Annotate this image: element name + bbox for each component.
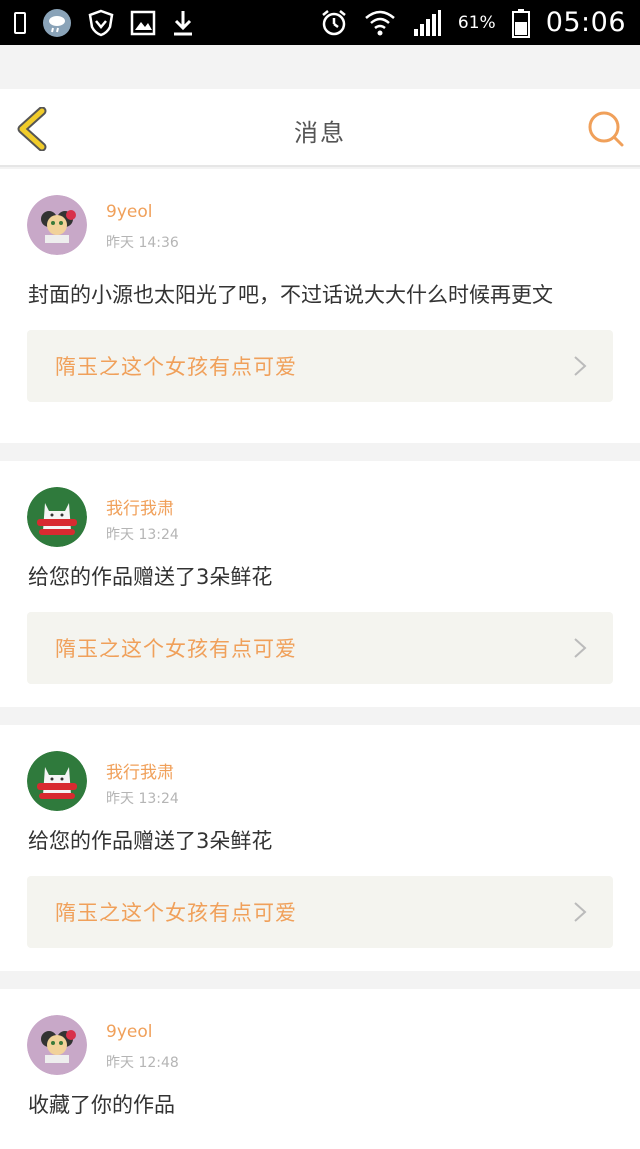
- shield-icon: [88, 9, 114, 37]
- work-title: 隋玉之这个女孩有点可爱: [55, 637, 297, 661]
- avatar[interactable]: [27, 1015, 87, 1075]
- avatar[interactable]: [27, 195, 87, 255]
- work-reference[interactable]: 隋玉之这个女孩有点可爱: [27, 612, 613, 684]
- weather-icon: [42, 8, 72, 38]
- username[interactable]: 9yeol: [106, 202, 152, 222]
- clock: 05:06: [545, 7, 626, 38]
- chevron-right-icon: [574, 356, 587, 376]
- nav-bar: 消息: [0, 89, 640, 167]
- search-icon: [588, 111, 624, 147]
- timestamp: 昨天 14:36: [106, 235, 179, 251]
- work-reference[interactable]: 隋玉之这个女孩有点可爱: [27, 876, 613, 948]
- message-header: 我行我肃 昨天 13:24: [0, 461, 640, 547]
- message-card[interactable]: 9yeol 昨天 14:36 封面的小源也太阳光了吧，不过话说大大什么时候再更文…: [0, 169, 640, 443]
- page-title: 消息: [294, 119, 346, 147]
- work-reference[interactable]: 隋玉之这个女孩有点可爱: [27, 330, 613, 402]
- avatar[interactable]: [27, 751, 87, 811]
- message-header: 9yeol 昨天 14:36: [0, 169, 640, 255]
- battery-percent: 61%: [457, 12, 496, 33]
- chevron-right-icon: [574, 902, 587, 922]
- gallery-icon: [130, 10, 156, 36]
- signal-icon: [412, 9, 442, 37]
- message-card[interactable]: 9yeol 昨天 12:48 收藏了你的作品: [0, 989, 640, 1149]
- cat-avatar-icon: [27, 487, 87, 547]
- message-header: 我行我肃 昨天 13:24: [0, 725, 640, 811]
- status-right: 61% 05:06: [320, 7, 626, 38]
- divider: [0, 443, 640, 461]
- alarm-icon: [320, 9, 348, 37]
- powerpuff-avatar-icon: [27, 195, 87, 255]
- timestamp: 昨天 13:24: [106, 527, 179, 543]
- username[interactable]: 我行我肃: [106, 758, 174, 783]
- username[interactable]: 9yeol: [106, 1022, 152, 1042]
- search-button[interactable]: [586, 109, 626, 149]
- cat-avatar-icon: [27, 751, 87, 811]
- message-text: 给您的作品赠送了3朵鲜花: [28, 829, 273, 853]
- battery-icon: [511, 8, 530, 38]
- wifi-icon: [364, 8, 396, 38]
- message-text: 收藏了你的作品: [28, 1093, 175, 1117]
- timestamp: 昨天 12:48: [106, 1055, 179, 1071]
- timestamp: 昨天 13:24: [106, 791, 179, 807]
- message-text: 封面的小源也太阳光了吧，不过话说大大什么时候再更文: [28, 283, 553, 307]
- username[interactable]: 我行我肃: [106, 494, 174, 519]
- sim-card-icon: [14, 11, 26, 34]
- work-title: 隋玉之这个女孩有点可爱: [55, 901, 297, 925]
- chevron-right-icon: [574, 638, 587, 658]
- divider: [0, 971, 640, 989]
- avatar[interactable]: [27, 487, 87, 547]
- message-card[interactable]: 我行我肃 昨天 13:24 给您的作品赠送了3朵鲜花 隋玉之这个女孩有点可爱: [0, 725, 640, 971]
- top-spacer: [0, 45, 640, 89]
- message-text: 给您的作品赠送了3朵鲜花: [28, 565, 273, 589]
- message-list: 9yeol 昨天 14:36 封面的小源也太阳光了吧，不过话说大大什么时候再更文…: [0, 169, 640, 1149]
- message-header: 9yeol 昨天 12:48: [0, 989, 640, 1075]
- message-card[interactable]: 我行我肃 昨天 13:24 给您的作品赠送了3朵鲜花 隋玉之这个女孩有点可爱: [0, 461, 640, 707]
- status-bar: 61% 05:06: [0, 0, 640, 45]
- divider: [0, 707, 640, 725]
- powerpuff-avatar-icon: [27, 1015, 87, 1075]
- download-icon: [172, 9, 194, 37]
- work-title: 隋玉之这个女孩有点可爱: [55, 355, 297, 379]
- status-left: [14, 8, 194, 38]
